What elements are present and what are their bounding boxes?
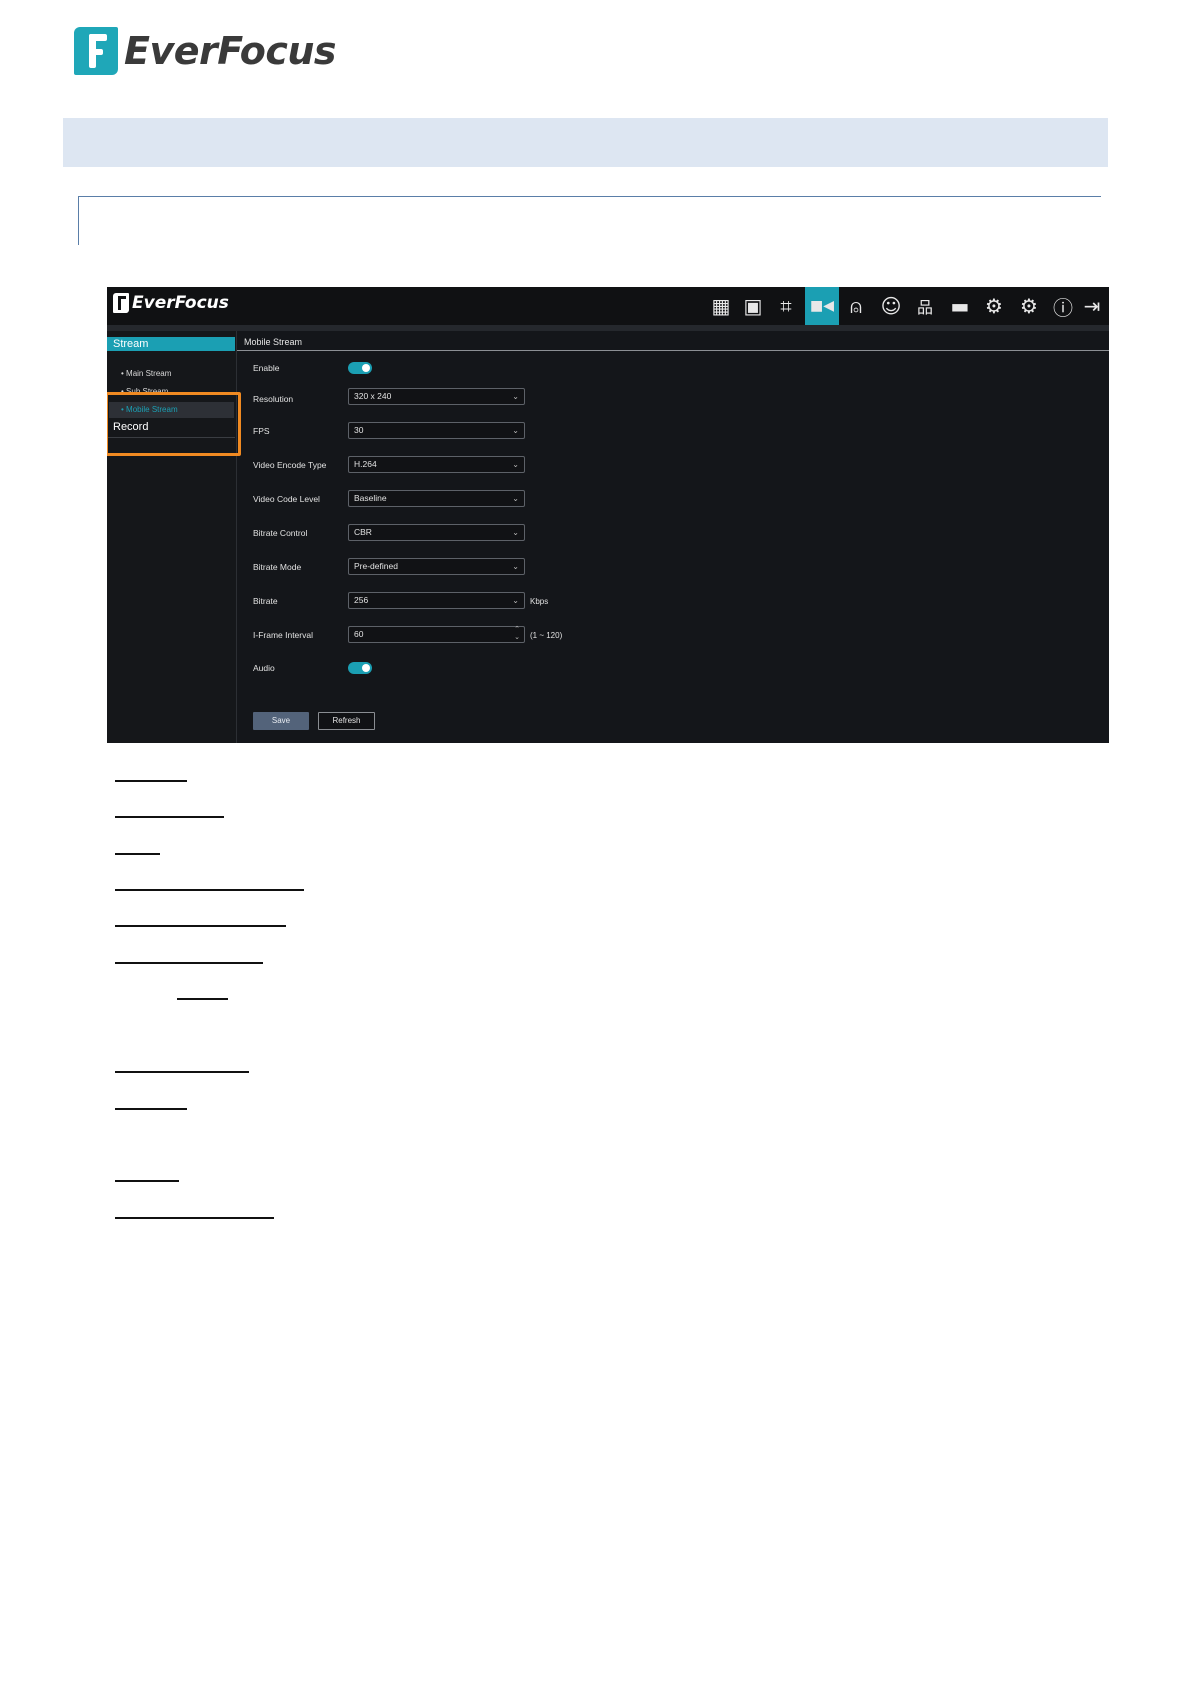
underline-4 (115, 889, 304, 891)
chapter-banner (63, 118, 1108, 167)
bitrate-mode-label: Bitrate Mode (253, 562, 302, 572)
title-divider (237, 350, 1109, 351)
refresh-button[interactable]: Refresh (318, 712, 375, 730)
fps-select[interactable]: 30 ⌄ (348, 422, 525, 439)
video-encode-type-select[interactable]: H.264 ⌄ (348, 456, 525, 473)
chevron-down-icon: ⌄ (512, 426, 519, 435)
bitrate-select[interactable]: 256 ⌄ (348, 592, 525, 609)
video-code-level-select[interactable]: Baseline ⌄ (348, 490, 525, 507)
bitrate-label: Bitrate (253, 596, 278, 606)
document-logo: EverFocus (74, 26, 337, 76)
advanced-settings-icon[interactable]: ⚙ (1012, 287, 1046, 325)
network-icon[interactable]: 品 (908, 287, 942, 325)
bitrate-control-select[interactable]: CBR ⌄ (348, 524, 525, 541)
logo-wordmark: EverFocus (124, 29, 337, 73)
bitrate-unit: Kbps (530, 597, 549, 606)
chevron-down-icon: ⌄ (512, 392, 519, 401)
highlight-frame (107, 392, 241, 456)
spinner-arrows-icon[interactable]: ⌃ ⌄ (514, 626, 520, 642)
save-button[interactable]: Save (253, 712, 309, 730)
sidebar-item-stream[interactable]: Stream (107, 337, 235, 351)
underline-2 (115, 816, 224, 818)
live-view-icon[interactable]: ▦ (704, 287, 738, 325)
sidebar: Stream • Main Stream • Sub Stream • Mobi… (107, 331, 241, 743)
logout-icon[interactable]: ⇥ (1075, 287, 1109, 325)
chevron-down-icon: ⌄ (512, 528, 519, 537)
section-heading-box (78, 196, 1101, 245)
chevron-down-icon: ⌄ (512, 562, 519, 571)
ui-logo-wordmark: EverFocus (132, 293, 229, 313)
audio-label: Audio (253, 663, 275, 673)
underline-11 (115, 1217, 274, 1219)
enable-label: Enable (253, 363, 280, 373)
video-code-level-label: Video Code Level (253, 494, 320, 504)
camera-icon[interactable]: ■◀ (805, 287, 839, 325)
underline-10 (115, 1180, 179, 1182)
video-encode-type-label: Video Encode Type (253, 460, 327, 470)
underline-8 (115, 1071, 249, 1073)
resolution-select[interactable]: 320 x 240 ⌄ (348, 388, 525, 405)
playback-icon[interactable]: ▣ (736, 287, 770, 325)
ui-logo-icon (113, 293, 129, 313)
chevron-down-icon: ⌄ (512, 494, 519, 503)
ai-icon[interactable]: ☺ (874, 287, 908, 325)
underline-9 (115, 1108, 187, 1110)
iframe-interval-range: (1 ~ 120) (530, 631, 563, 640)
settings-icon[interactable]: ⚙ (977, 287, 1011, 325)
ui-logo: EverFocus (113, 293, 229, 313)
enable-toggle[interactable] (348, 362, 372, 374)
sidebar-item-main-stream[interactable]: • Main Stream (121, 369, 171, 378)
chevron-down-icon: ⌄ (512, 596, 519, 605)
ui-screenshot: EverFocus ▦ ▣ ⌗ ■◀ ⍝ ☺ 品 ▬ ⚙ ⚙ ⓘ ⇥ Strea… (107, 287, 1109, 743)
underline-1 (115, 780, 187, 782)
audio-toggle[interactable] (348, 662, 372, 674)
page-title: Mobile Stream (244, 337, 303, 347)
fps-label: FPS (253, 426, 270, 436)
alarm-icon[interactable]: ⍝ (839, 287, 873, 325)
everfocus-logo-icon (74, 27, 118, 75)
underline-3 (115, 853, 160, 855)
toolbar-divider (107, 325, 1109, 331)
underline-5 (115, 925, 286, 927)
iframe-interval-input[interactable]: 60 ⌃ ⌄ (348, 626, 525, 643)
chevron-down-icon: ⌄ (512, 460, 519, 469)
bitrate-mode-select[interactable]: Pre-defined ⌄ (348, 558, 525, 575)
underline-7 (177, 998, 228, 1000)
underline-6 (115, 962, 263, 964)
snapshot-icon[interactable]: ⌗ (769, 287, 803, 325)
resolution-label: Resolution (253, 394, 294, 404)
storage-icon[interactable]: ▬ (943, 287, 977, 325)
iframe-interval-label: I-Frame Interval (253, 630, 313, 640)
bitrate-control-label: Bitrate Control (253, 528, 308, 538)
